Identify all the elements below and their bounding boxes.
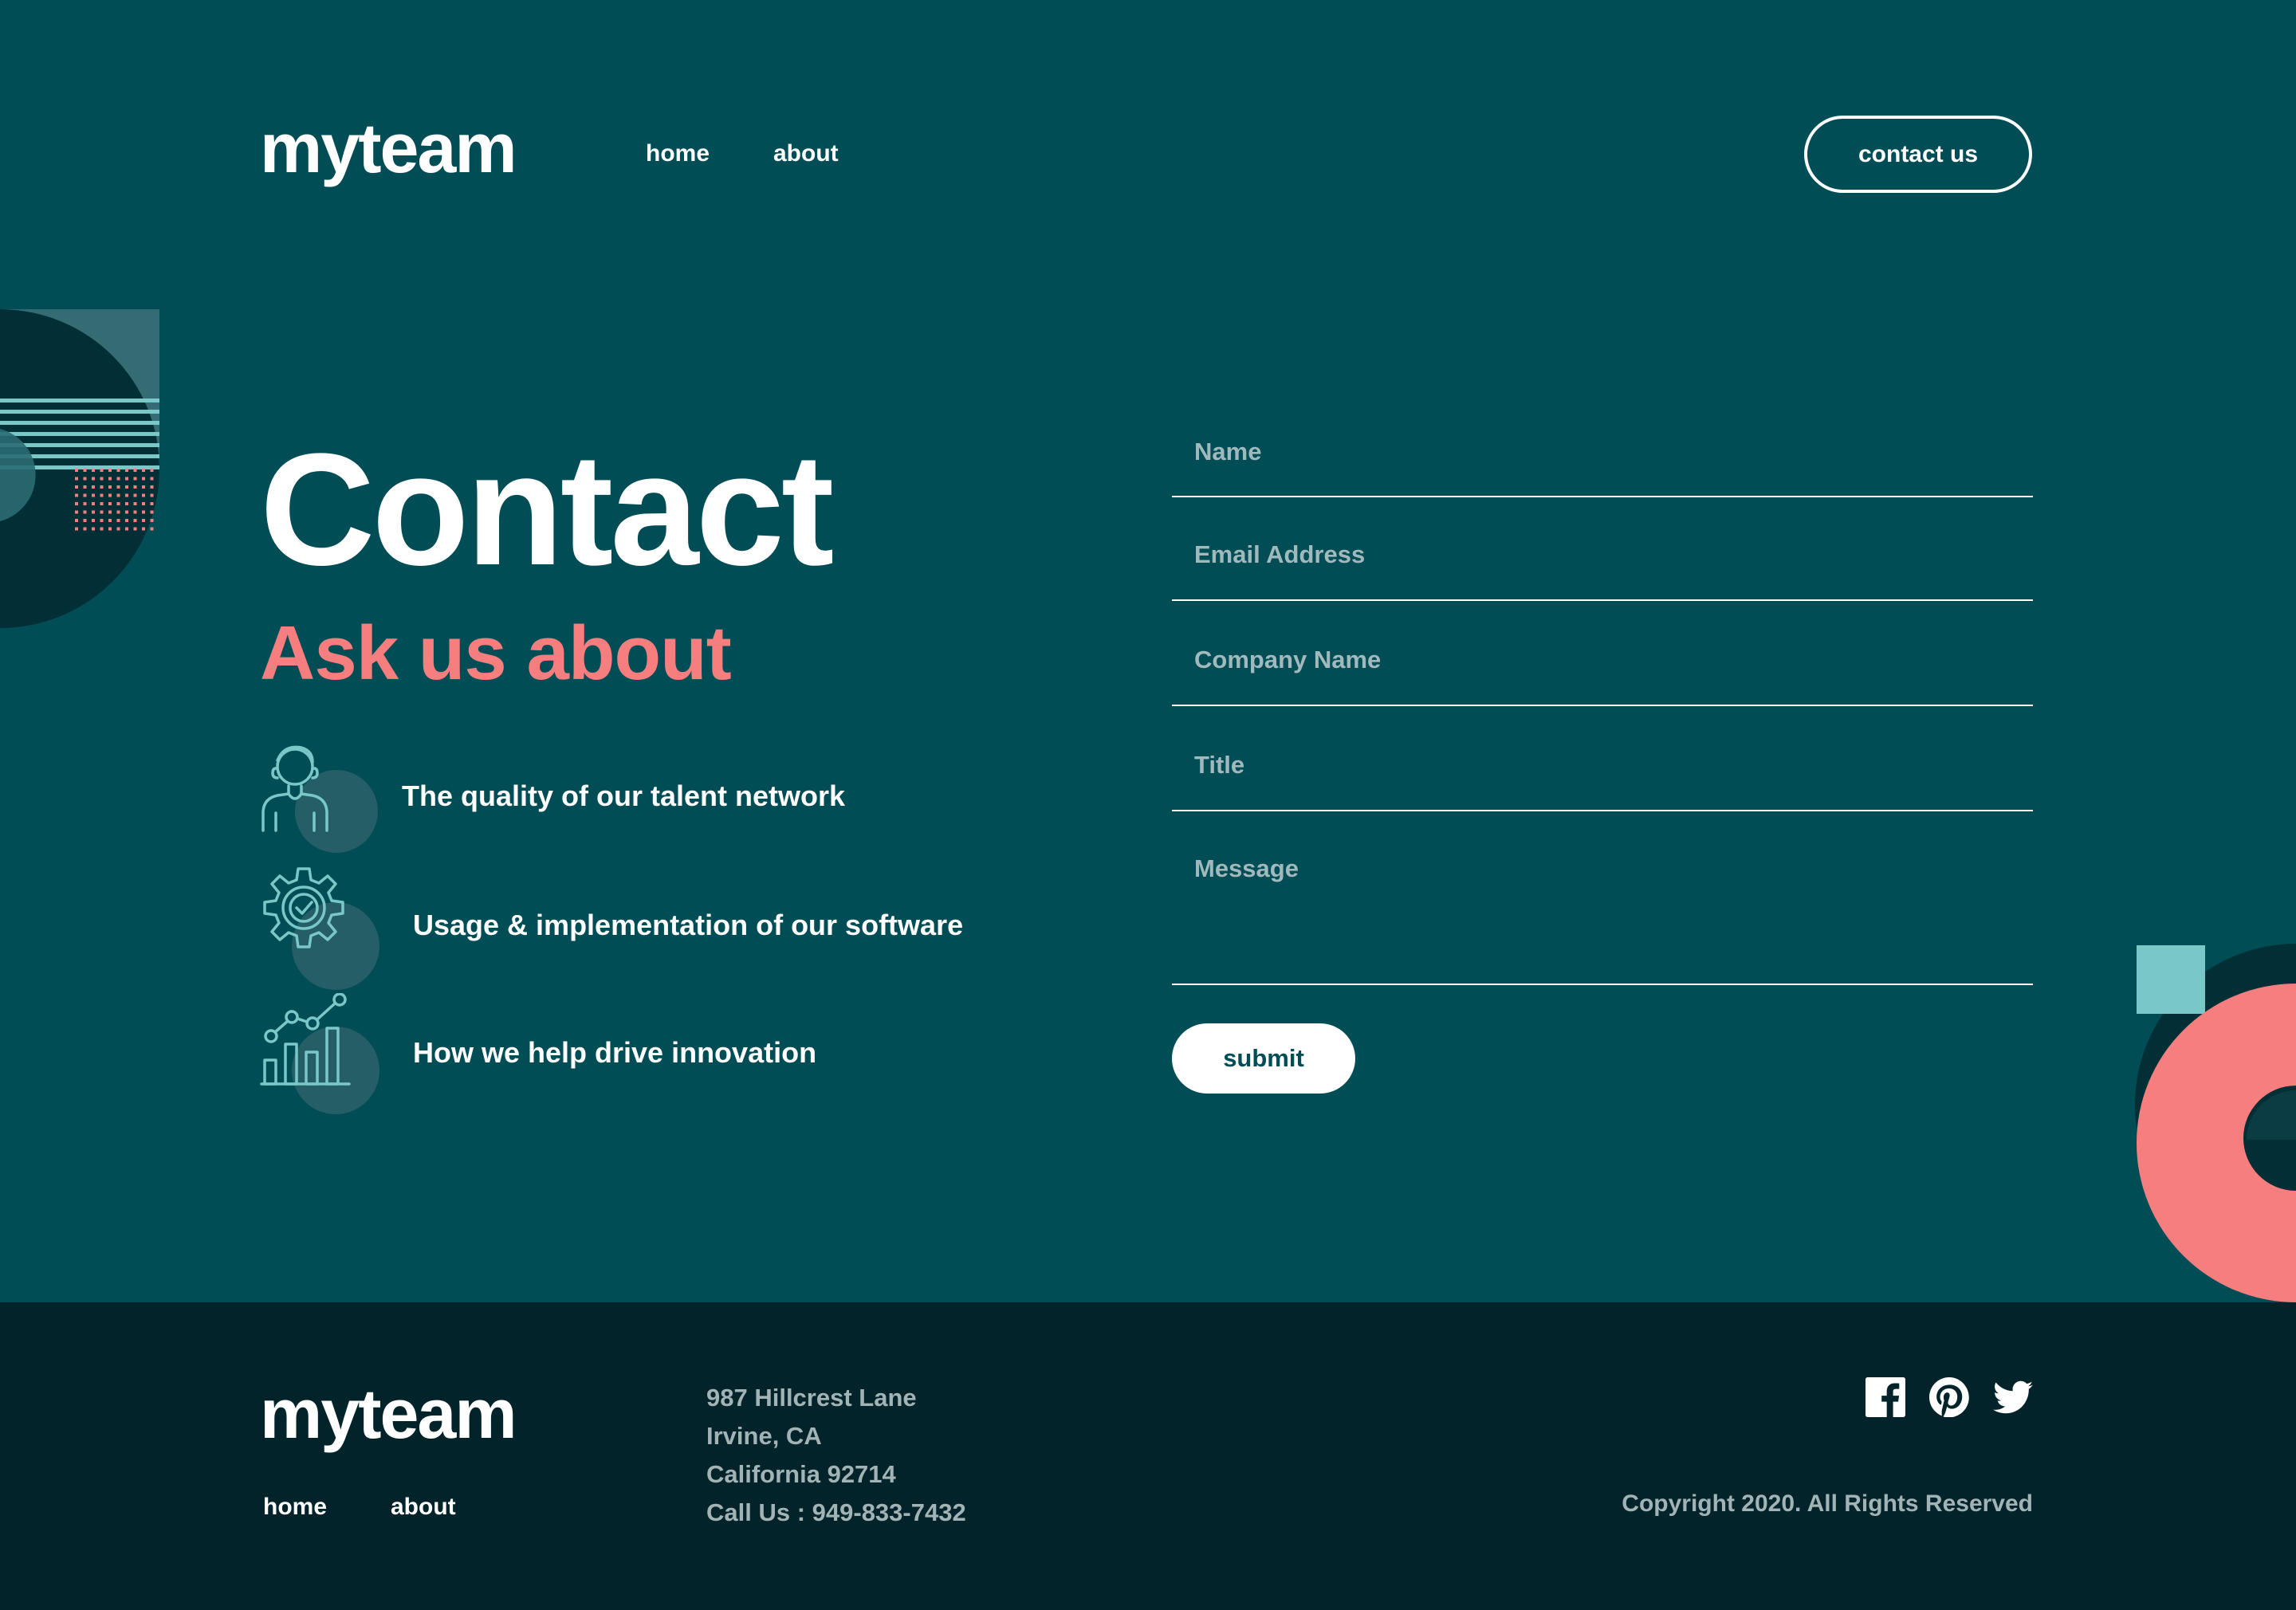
topic-item-software: Usage & implementation of our software [260, 866, 964, 990]
footer-address: 987 Hillcrest Lane Irvine, CA California… [706, 1379, 966, 1532]
phone-line: Call Us : 949-833-7432 [706, 1498, 966, 1526]
email-field[interactable] [1172, 510, 2033, 599]
nav-about-link[interactable]: about [773, 142, 839, 166]
footer-nav-about-link[interactable]: about [391, 1494, 456, 1521]
company-field-wrapper [1172, 615, 2033, 706]
pinterest-icon[interactable] [1929, 1377, 1972, 1420]
email-field-wrapper [1172, 510, 2033, 601]
company-name-field[interactable] [1172, 615, 2033, 705]
footer-nav-home-link[interactable]: home [263, 1494, 327, 1521]
topic-label-software: Usage & implementation of our software [413, 909, 964, 941]
copyright-text: Copyright 2020. All Rights Reserved [1622, 1490, 2033, 1517]
gear-check-icon [260, 866, 379, 990]
message-field-wrapper [1172, 854, 2033, 985]
page-subtitle: Ask us about [260, 611, 732, 696]
twitter-icon[interactable] [1993, 1377, 2036, 1420]
address-line: 987 Hillcrest Lane [706, 1384, 917, 1412]
submit-button[interactable]: submit [1172, 1023, 1355, 1094]
footer-logo[interactable]: myteam [260, 1379, 517, 1449]
title-field-wrapper [1172, 721, 2033, 811]
topic-label-talent: The quality of our talent network [402, 779, 846, 812]
decorative-shapes-bottom-right [2135, 944, 2296, 1302]
contact-us-button[interactable]: contact us [1804, 116, 2032, 193]
topic-item-talent: The quality of our talent network [260, 736, 845, 856]
name-field-wrapper [1172, 408, 2033, 497]
nav-home-link[interactable]: home [646, 142, 710, 166]
topic-item-innovation: How we help drive innovation [260, 993, 817, 1114]
decorative-circles-top-left [0, 309, 159, 628]
person-icon [260, 736, 379, 856]
header-logo[interactable]: myteam [260, 113, 517, 183]
name-field[interactable] [1172, 408, 2033, 496]
topic-label-innovation: How we help drive innovation [413, 1036, 817, 1069]
address-line: Irvine, CA [706, 1422, 822, 1450]
address-line: California 92714 [706, 1460, 896, 1488]
footer: myteam home about 987 Hillcrest Lane Irv… [0, 1302, 2296, 1610]
chart-icon [260, 993, 379, 1114]
title-field[interactable] [1172, 721, 2033, 810]
message-field[interactable] [1172, 854, 2033, 984]
page-title: Contact [260, 421, 834, 599]
facebook-icon[interactable] [1866, 1377, 1909, 1420]
